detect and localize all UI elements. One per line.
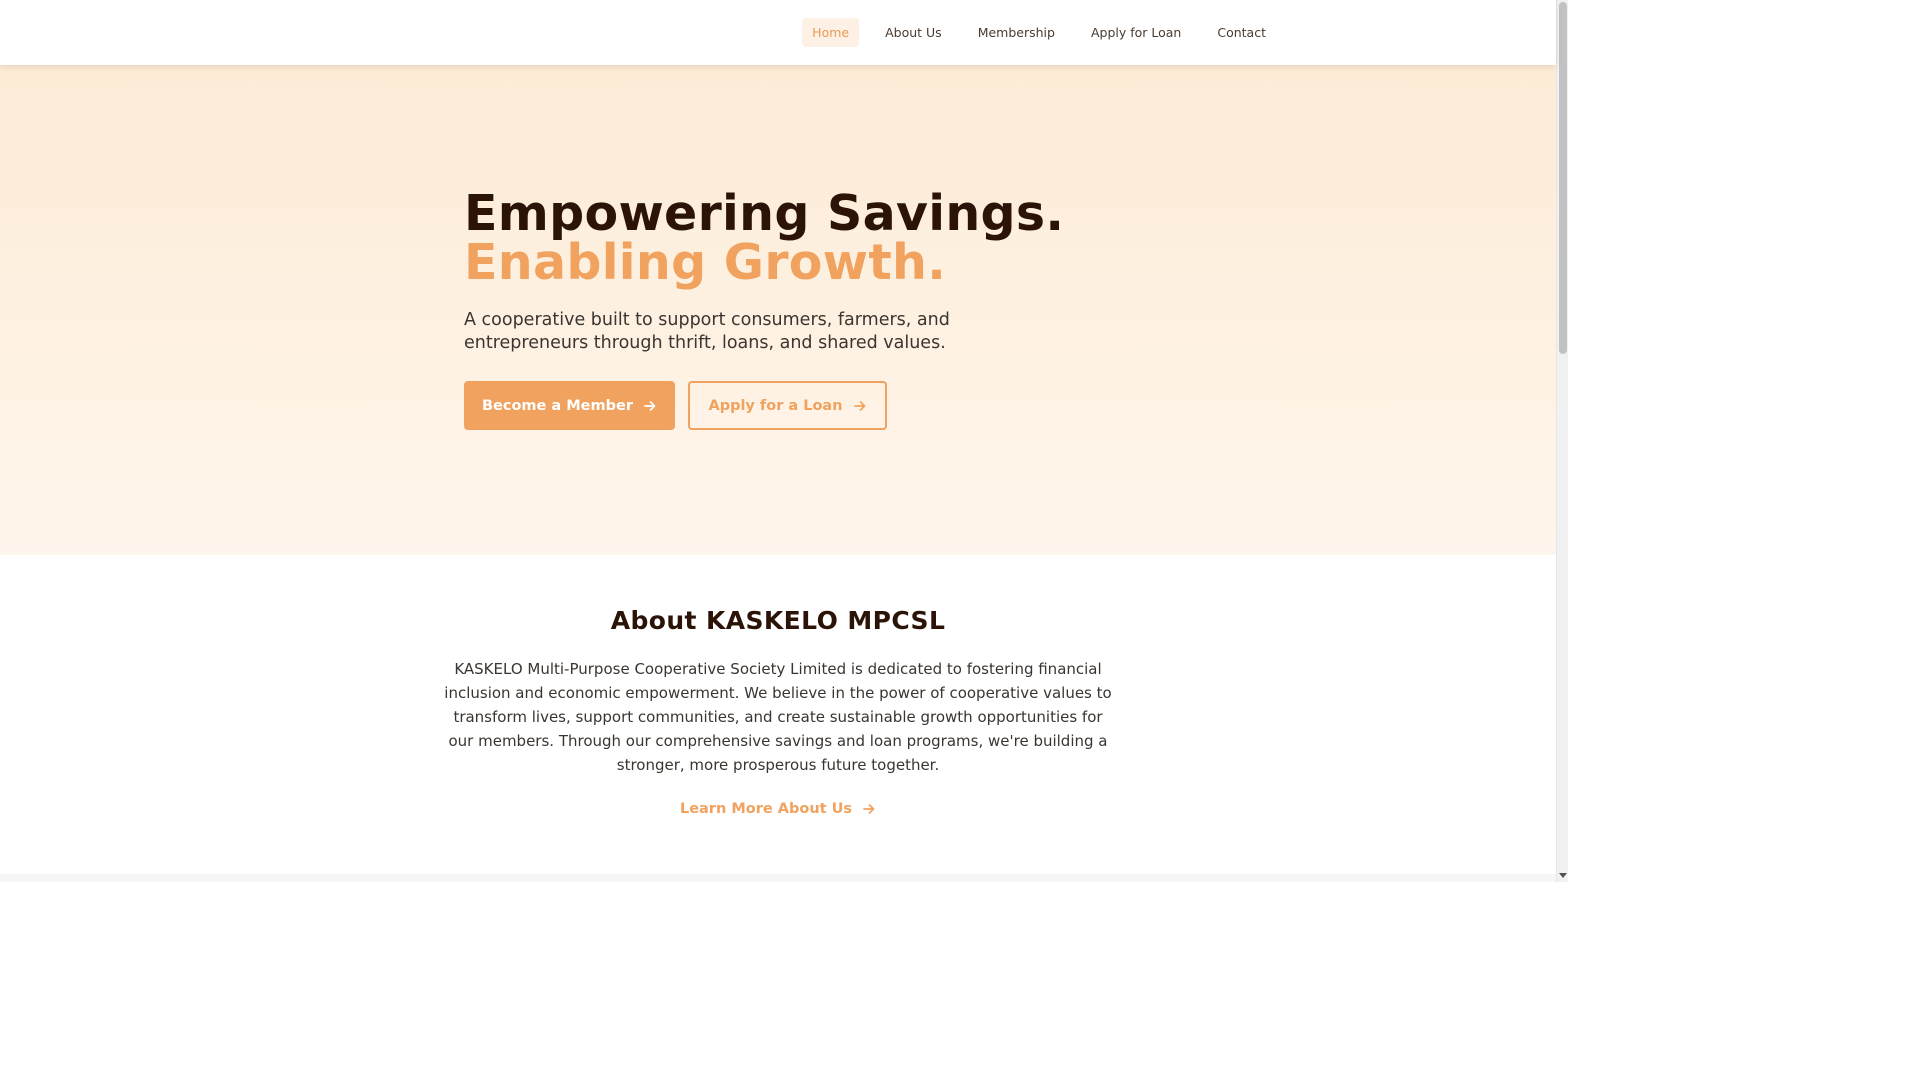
learn-more-label: Learn More About Us	[679, 801, 853, 817]
hero-title-line-2: Enabling Growth.	[464, 234, 947, 291]
apply-loan-label: Apply for a Loan	[708, 397, 843, 414]
become-member-label: Become a Member	[481, 397, 633, 414]
about-description: KASKELO Multi-Purpose Cooperative Societ…	[444, 660, 1112, 774]
hero-section: Empowering Savings. Enabling Growth. A c…	[0, 65, 1556, 555]
scroll-down-arrow-icon[interactable]	[1557, 871, 1569, 881]
nav-item-contact[interactable]: Contact	[1207, 18, 1276, 47]
scrollbar-thumb[interactable]	[1559, 2, 1567, 354]
hero-title-line-1: Empowering Savings.	[464, 185, 1065, 242]
arrow-right-icon	[863, 804, 875, 814]
hero-title: Empowering Savings. Enabling Growth.	[464, 189, 1104, 287]
next-section-edge	[0, 874, 1556, 882]
site-header: Home About Us Membership Apply for Loan …	[0, 0, 1556, 65]
about-section: About KASKELO MPCSL KASKELO Multi-Purpos…	[0, 555, 1556, 874]
hero-content: Empowering Savings. Enabling Growth. A c…	[464, 189, 1104, 430]
nav-item-apply-for-loan[interactable]: Apply for Loan	[1081, 18, 1191, 47]
hero-subtitle: A cooperative built to support consumers…	[464, 310, 950, 353]
arrow-right-icon	[644, 400, 656, 411]
page-scrollbar[interactable]	[1556, 0, 1568, 882]
nav-item-home[interactable]: Home	[802, 18, 860, 47]
learn-more-link[interactable]: Learn More About Us	[0, 801, 1556, 817]
triangle-down-icon	[1559, 873, 1567, 878]
apply-loan-button[interactable]: Apply for a Loan	[688, 381, 887, 430]
become-member-button[interactable]: Become a Member	[464, 381, 675, 430]
nav-item-membership[interactable]: Membership	[968, 18, 1065, 47]
main-nav: Home About Us Membership Apply for Loan …	[802, 18, 1276, 47]
hero-actions: Become a Member Apply for a Loan	[464, 381, 1104, 430]
about-title: About KASKELO MPCSL	[610, 606, 946, 635]
arrow-right-icon	[853, 400, 865, 411]
nav-item-about-us[interactable]: About Us	[875, 18, 952, 47]
